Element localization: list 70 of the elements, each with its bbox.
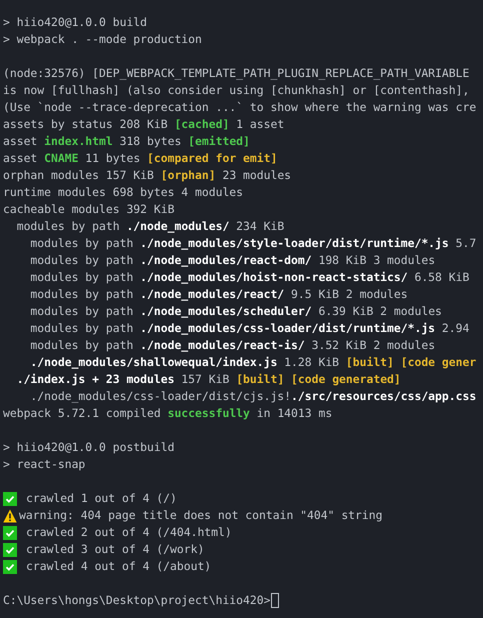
status-text: successfully xyxy=(168,405,250,422)
output-text: modules by path xyxy=(16,218,121,235)
output-text: 318 bytes xyxy=(118,133,182,150)
crawl-status-text: crawled 4 out of 4 (/about) xyxy=(26,558,212,575)
output-text: ./node_modules/css-loader/dist/cjs.js! xyxy=(29,388,292,405)
output-text: > hiio420@1.0.0 postbuild xyxy=(3,439,174,456)
check-icon xyxy=(3,492,17,506)
check-icon xyxy=(3,542,17,556)
status-text: CNAME xyxy=(44,150,78,167)
output-text: in 14013 ms xyxy=(256,405,332,422)
output-text: modules by path xyxy=(29,303,134,320)
output-text: > react-snap xyxy=(3,456,86,473)
status-text: [emitted] xyxy=(188,133,250,150)
path-text: ./node_modules/style-loader/dist/runtime/*.js xyxy=(140,235,449,252)
output-text: modules by path xyxy=(29,320,134,337)
output-text: modules by path xyxy=(29,252,134,269)
output-text: modules by path xyxy=(29,235,134,252)
path-text: ./src/resources/css/app.css xyxy=(291,388,476,405)
output-text: orphan modules 157 KiB xyxy=(3,167,155,184)
tag-text: [built] [code gener xyxy=(346,354,476,371)
check-icon xyxy=(3,526,17,540)
output-text: (node:32576) [DEP_WEBPACK_TEMPLATE_PATH_PLUGIN_REPLACE_PATH_VARIABLE xyxy=(3,65,470,82)
output-text: modules by path xyxy=(29,286,134,303)
path-text: ./node_modules/hoist-non-react-statics/ xyxy=(140,269,408,286)
path-text: ./node_modules/react/ xyxy=(140,286,284,303)
output-text: modules by path xyxy=(29,337,134,354)
output-text: runtime modules 698 bytes 4 modules xyxy=(3,184,244,201)
output-text: 5.7 xyxy=(454,235,476,252)
path-text: ./index.js + 23 modules xyxy=(16,371,174,388)
output-text: 234 KiB xyxy=(235,218,284,235)
path-text: ./node_modules/react-is/ xyxy=(140,337,305,354)
path-text: ./node_modules/react-dom/ xyxy=(140,252,312,269)
crawl-status-text: crawled 3 out of 4 (/work) xyxy=(26,541,204,558)
output-text: 198 KiB 3 modules xyxy=(317,252,436,269)
crawl-status-text: crawled 1 out of 4 (/) xyxy=(26,490,177,507)
tag-text: [built] [code generated] xyxy=(236,371,401,388)
output-text: > hiio420@1.0.0 build xyxy=(3,14,148,31)
output-text: is now [fullhash] (also consider using [chunkhash] or [contenthash], xyxy=(3,82,470,99)
output-text: asset xyxy=(3,133,38,150)
output-text: 157 KiB xyxy=(180,371,230,388)
output-text: 2.94 xyxy=(440,320,470,337)
output-text: 9.5 KiB 2 modules xyxy=(290,286,408,303)
tag-text: [orphan] xyxy=(160,167,216,184)
output-text: > webpack . --mode production xyxy=(3,31,202,48)
prompt-path: C:\Users\hongs\Desktop\project\hiio420> xyxy=(3,592,270,609)
output-text: webpack 5.72.1 compiled xyxy=(3,405,162,422)
check-icon xyxy=(3,560,17,574)
warning-icon xyxy=(3,508,17,522)
output-text: 1 asset xyxy=(235,116,284,133)
tag-text: [compared for emit] xyxy=(147,150,278,167)
output-text: 11 bytes xyxy=(84,150,142,167)
path-text: ./node_modules/scheduler/ xyxy=(140,303,312,320)
output-text: 23 modules xyxy=(221,167,292,184)
output-text: cacheable modules 392 KiB xyxy=(3,201,174,218)
output-text: 3.52 KiB 2 modules xyxy=(310,337,436,354)
output-text: modules by path xyxy=(29,269,134,286)
output-text: asset xyxy=(3,150,38,167)
status-text: index.html xyxy=(44,133,113,150)
status-text: [cached] xyxy=(174,116,230,133)
path-text: ./node_modules/shallowequal/index.js xyxy=(29,354,278,371)
warning-text: warning: 404 page title does not contain "404" string xyxy=(19,507,382,524)
output-text: assets by status 208 KiB xyxy=(3,116,169,133)
output-text: (Use `node --trace-deprecation ...` to show where the warning was cre xyxy=(3,99,476,116)
crawl-status-text: crawled 2 out of 4 (/404.html) xyxy=(26,524,232,541)
cursor-icon xyxy=(271,593,280,608)
output-text: 6.58 KiB xyxy=(413,269,470,286)
output-text: 1.28 KiB xyxy=(283,354,340,371)
path-text: ./node_modules/ xyxy=(126,218,230,235)
output-text: 6.39 KiB 2 modules xyxy=(317,303,442,320)
path-text: ./node_modules/css-loader/dist/runtime/*.js xyxy=(140,320,436,337)
